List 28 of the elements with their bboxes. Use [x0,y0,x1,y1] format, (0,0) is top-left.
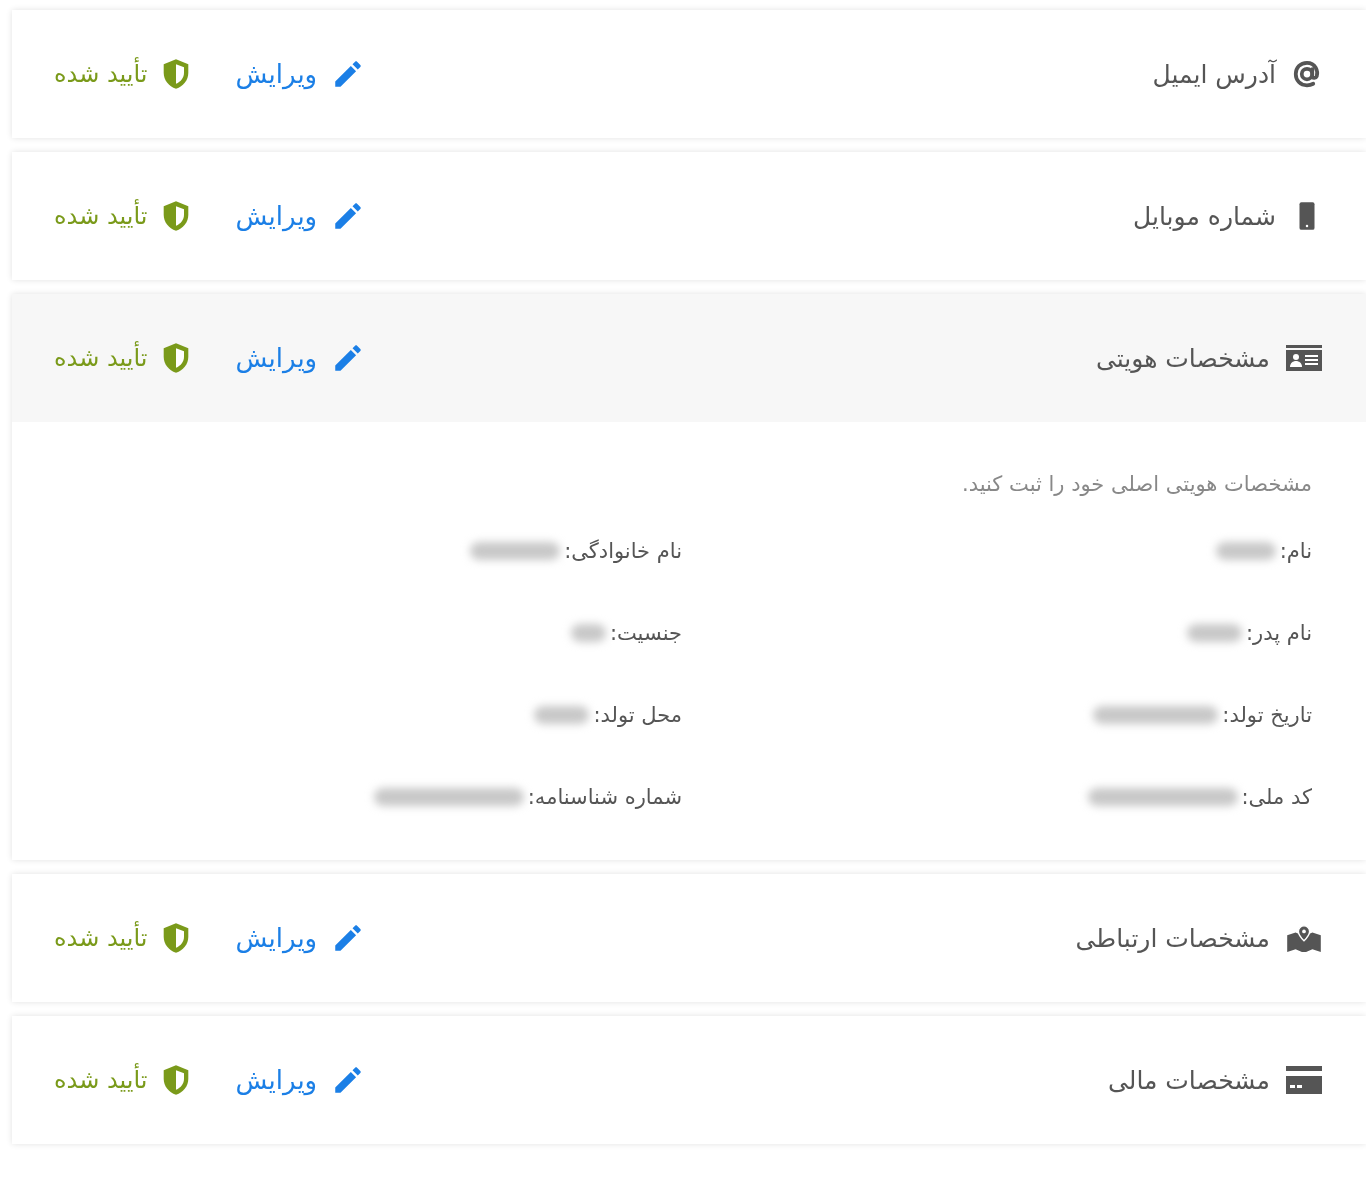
map-pin-icon [1286,924,1322,952]
field-label: تاریخ تولد: [1222,703,1312,727]
edit-link[interactable]: ویرایش [235,199,366,233]
field-label: جنسیت: [609,621,682,645]
section-title: مشخصات هویتی [1095,343,1270,373]
field-label: نام: [1279,539,1312,563]
section-header[interactable]: مشخصات هویتی ویرایش تأیید شده [12,294,1366,422]
section-header[interactable]: آدرس ایمیل ویرایش تأیید شده [12,10,1366,138]
edit-link[interactable]: ویرایش [235,57,366,91]
section-header[interactable]: شماره موبایل ویرایش تأیید شده [12,152,1366,280]
edit-link[interactable]: ویرایش [235,921,366,955]
at-sign-icon [1292,59,1322,89]
section-title: آدرس ایمیل [1152,59,1276,89]
id-card-icon [1286,344,1322,372]
field-label: کد ملی: [1241,785,1312,809]
field-label: نام پدر: [1246,621,1312,645]
credit-card-icon [1286,1066,1322,1094]
section-header[interactable]: مشخصات مالی ویرایش تأیید شده [12,1016,1366,1144]
field-label: شماره شناسنامه: [527,785,682,809]
field-label: محل تولد: [593,703,682,727]
section-title: مشخصات مالی [1107,1065,1270,1095]
section-title: شماره موبایل [1133,201,1276,231]
edit-link[interactable]: ویرایش [235,341,366,375]
section-header[interactable]: مشخصات ارتباطی ویرایش تأیید شده [12,874,1366,1002]
edit-link[interactable]: ویرایش [235,1063,366,1097]
intro-text: مشخصات هویتی اصلی خود را ثبت کنید. [960,472,1312,496]
section-title: مشخصات ارتباطی [1075,923,1270,953]
field-label: نام خانوادگی: [564,539,682,563]
